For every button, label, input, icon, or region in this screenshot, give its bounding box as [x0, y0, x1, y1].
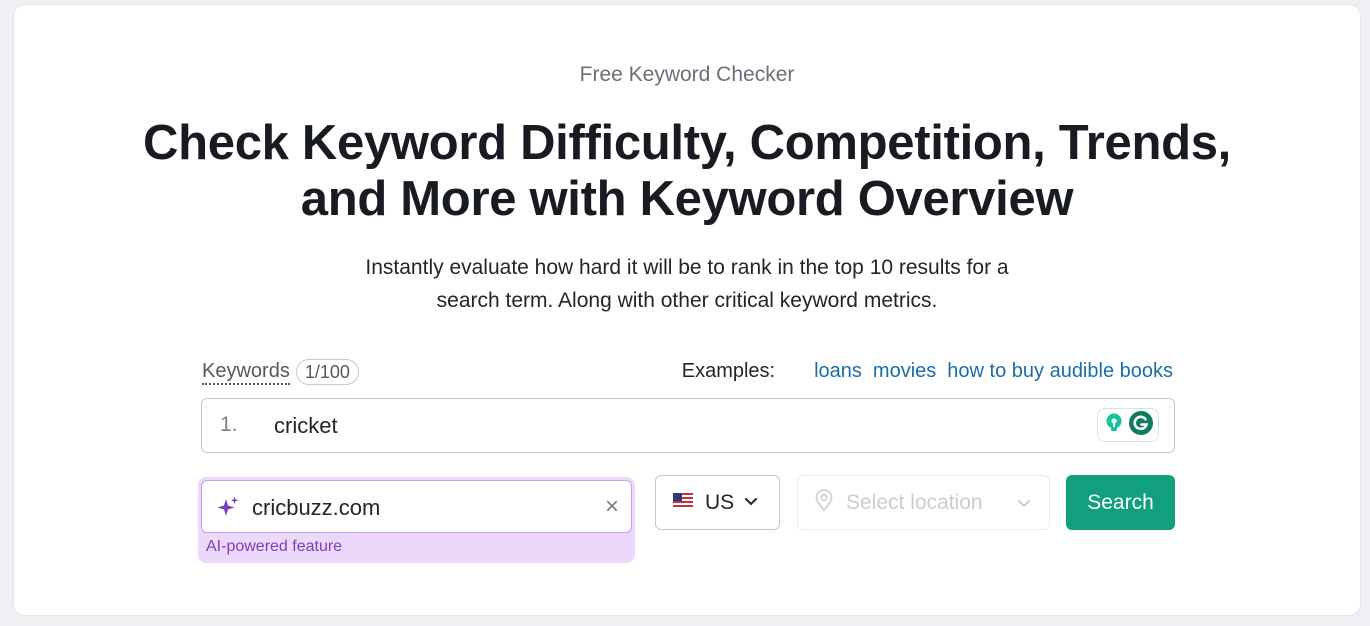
us-flag-icon: [673, 493, 693, 512]
examples-label: Examples:: [681, 360, 776, 382]
sparkle-icon: [216, 495, 240, 524]
example-link-movies[interactable]: movies: [873, 359, 936, 383]
location-pin-icon: [814, 488, 834, 517]
page-title-line-2: and More with Keyword Overview: [300, 172, 1074, 226]
page-title-line-1: Check Keyword Difficulty, Competition, T…: [143, 116, 1231, 170]
examples-row: Examples: loans movies how to buy audibl…: [682, 359, 1173, 383]
country-select[interactable]: US: [655, 475, 780, 530]
domain-field-wrapper: cricbuzz.com × AI-powered feature: [198, 477, 635, 563]
page-description-line-2: search term. Along with other critical k…: [436, 289, 938, 312]
keywords-label-row: Keywords 1/100: [202, 359, 359, 385]
chevron-down-icon: [1017, 496, 1031, 514]
chevron-down-icon: [744, 494, 758, 512]
page-eyebrow: Free Keyword Checker: [579, 63, 795, 86]
example-link-loans[interactable]: loans: [814, 359, 862, 383]
domain-input[interactable]: cricbuzz.com ×: [201, 480, 632, 533]
location-select[interactable]: Select location: [797, 475, 1050, 530]
location-placeholder: Select location: [846, 490, 983, 514]
clear-domain-button[interactable]: ×: [605, 494, 619, 520]
domain-value: cricbuzz.com: [252, 495, 381, 520]
keyword-row-value[interactable]: cricket: [274, 413, 338, 439]
page-description-line-1: Instantly evaluate how hard it will be t…: [365, 256, 1009, 279]
search-button[interactable]: Search: [1066, 475, 1175, 530]
page-description: Instantly evaluate how hard it will be t…: [314, 251, 1060, 317]
keywords-input[interactable]: 1. cricket: [201, 398, 1175, 453]
lightbulb-icon[interactable]: [1103, 412, 1125, 439]
keyword-checker-card: Free Keyword Checker Check Keyword Diffi…: [13, 4, 1361, 616]
extension-icons: [1097, 408, 1159, 442]
page-title: Check Keyword Difficulty, Competition, T…: [74, 115, 1300, 227]
keywords-count-badge: 1/100: [295, 359, 359, 385]
keywords-label[interactable]: Keywords: [202, 360, 290, 385]
keyword-row-number: 1.: [220, 413, 238, 436]
grammarly-icon[interactable]: [1128, 410, 1154, 441]
ai-powered-note: AI-powered feature: [206, 538, 343, 555]
example-link-audible[interactable]: how to buy audible books: [947, 359, 1173, 383]
country-code: US: [705, 490, 735, 514]
